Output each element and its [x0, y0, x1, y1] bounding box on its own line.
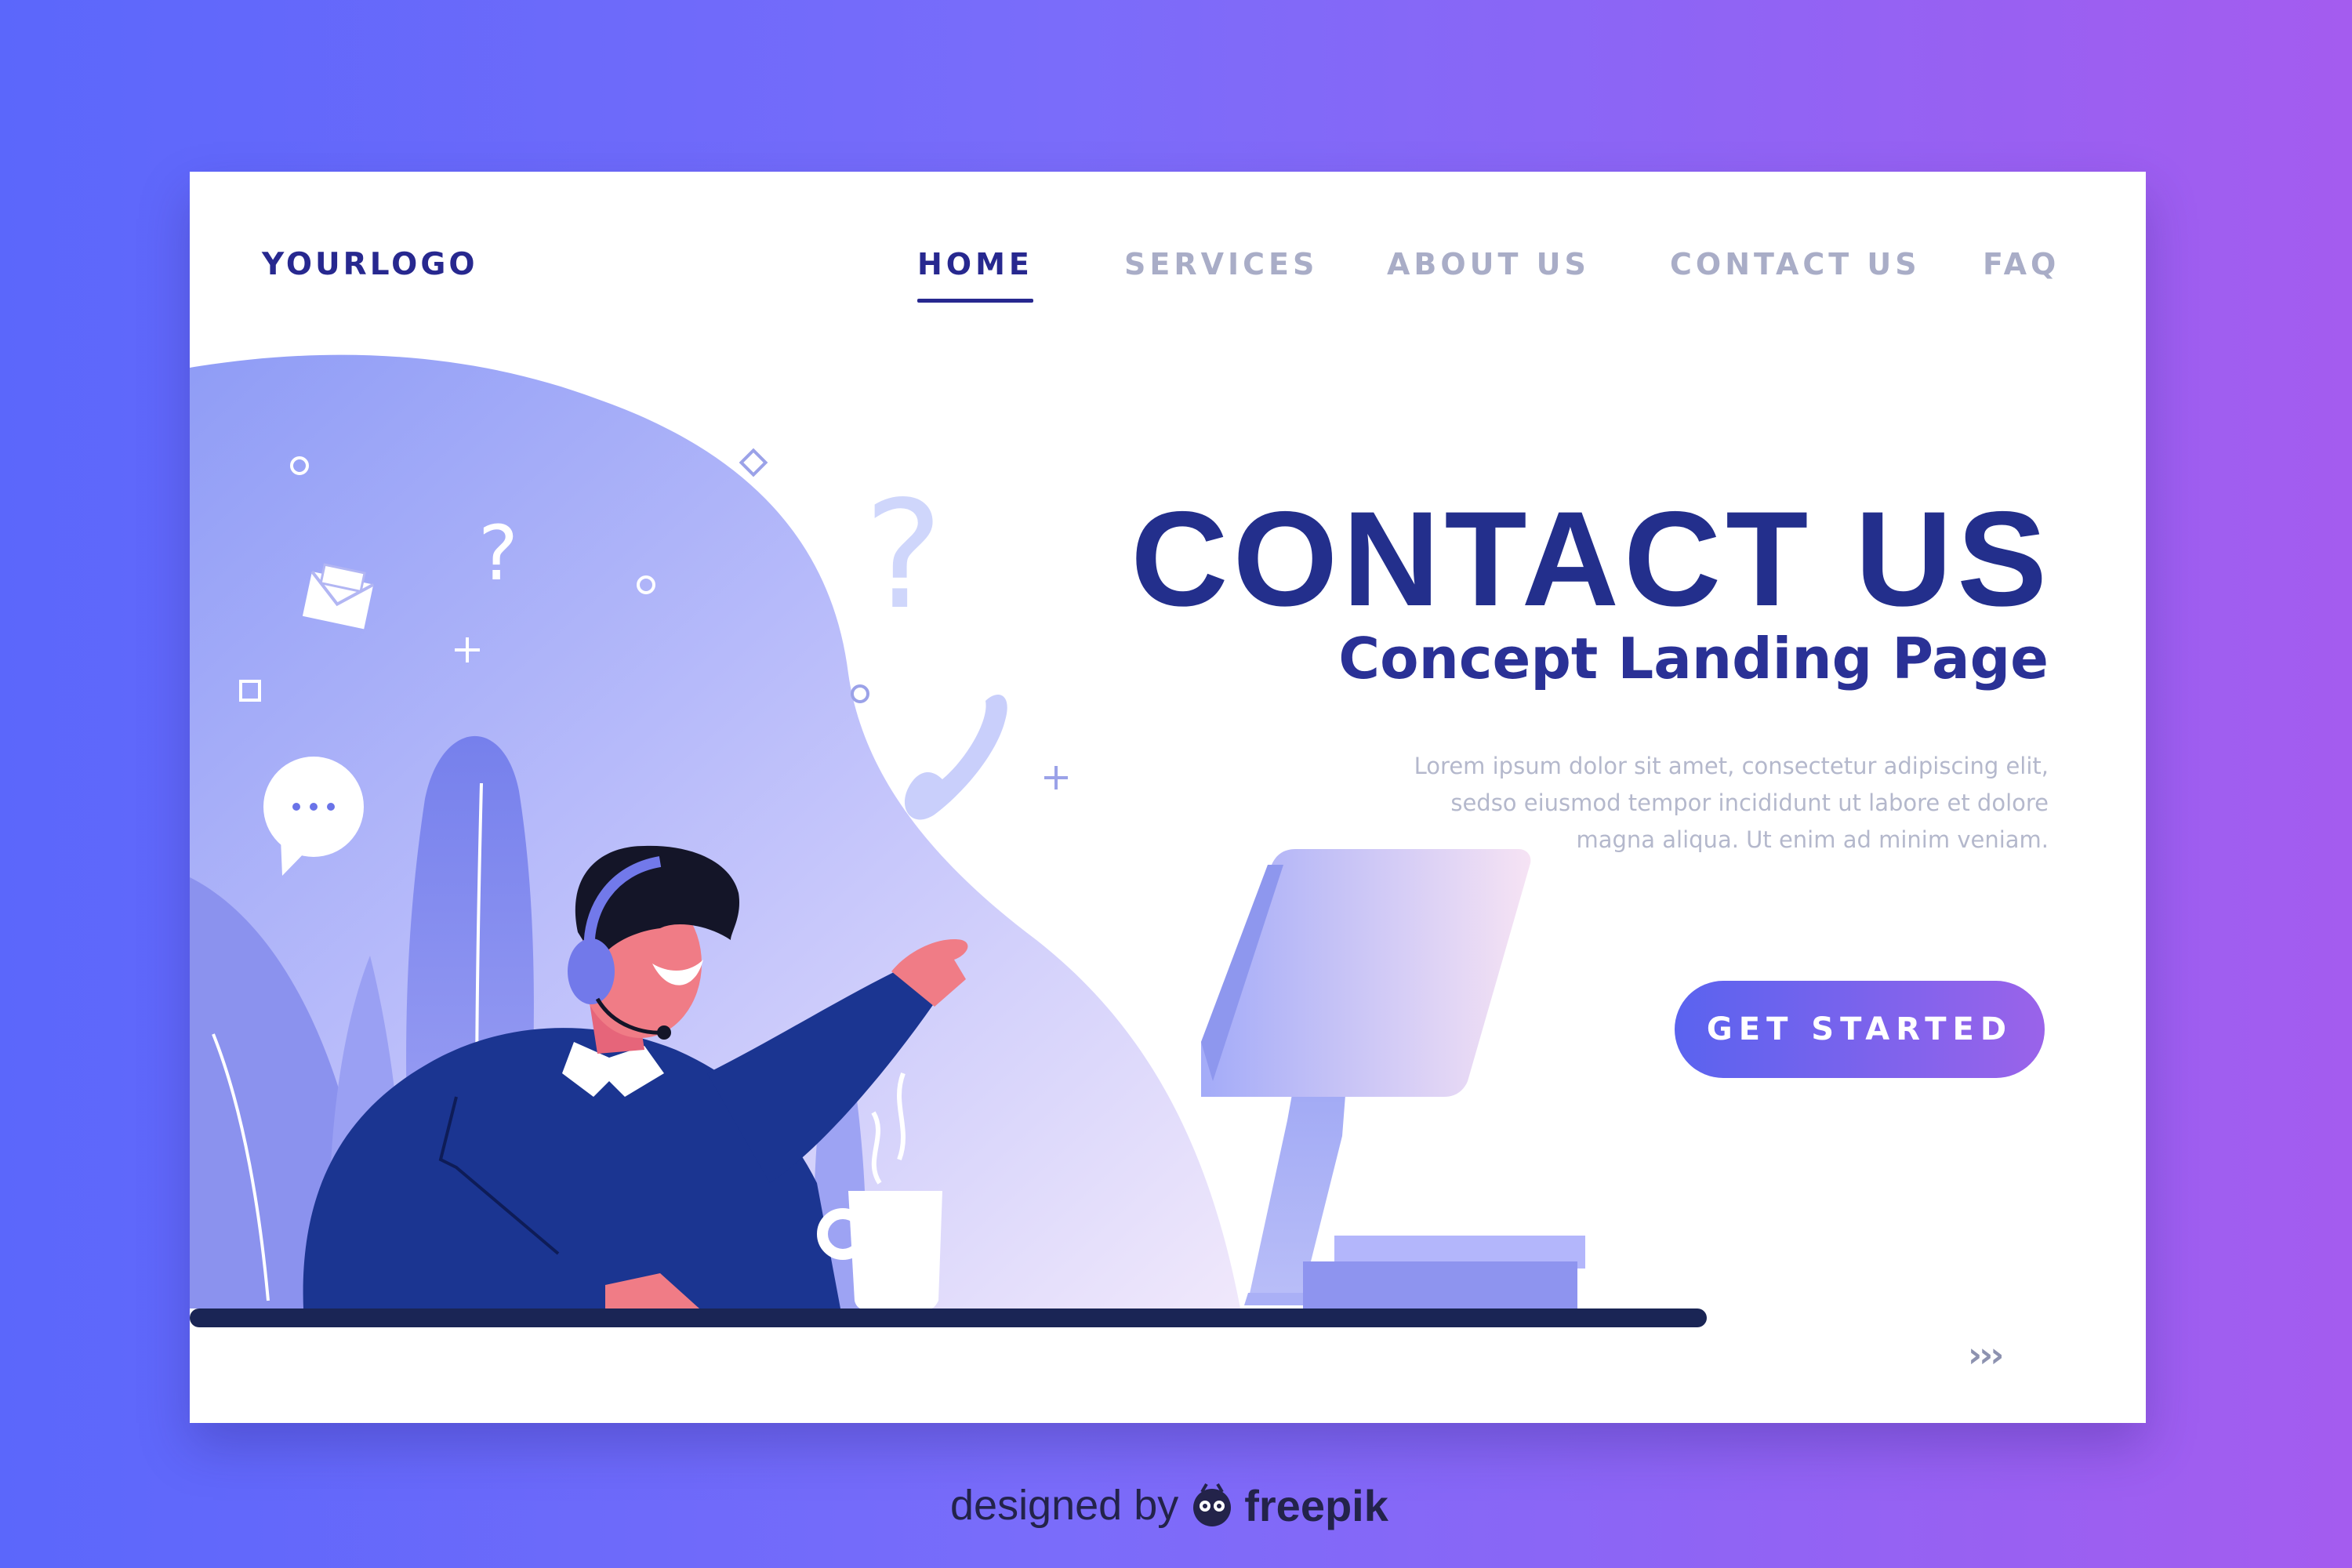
credit-brand[interactable]: freepik — [1244, 1480, 1388, 1531]
next-arrows-icon[interactable]: ››› — [1968, 1335, 2004, 1375]
landing-page-card: ? ? YOURLOGO HOME SERVICES ABOUT US CONT… — [190, 172, 2146, 1423]
svg-text:?: ? — [478, 510, 518, 597]
arrows-glyph: ››› — [1968, 1335, 2004, 1375]
main-nav: HOME SERVICES ABOUT US CONTACT US FAQ — [190, 247, 2146, 310]
freepik-logo-icon — [1193, 1483, 1232, 1526]
hero-description: Lorem ipsum dolor sit amet, consectetur … — [1414, 753, 2049, 853]
phone-icon — [904, 695, 1007, 820]
credit-footer: designed by freepik — [950, 1474, 1388, 1537]
hero-subtitle: Concept Landing Page — [1338, 626, 2049, 691]
credit-prefix: designed by — [950, 1482, 1179, 1529]
nav-item-contact-us[interactable]: CONTACT US — [1670, 247, 1921, 281]
monitor-screen — [1201, 849, 1531, 1097]
nav-item-home[interactable]: HOME — [917, 247, 1033, 303]
nav-item-about-us[interactable]: ABOUT US — [1387, 247, 1590, 281]
get-started-label: GET STARTED — [1706, 1011, 2013, 1047]
desk — [190, 1308, 1707, 1327]
svg-text:?: ? — [864, 469, 943, 642]
headset-icon — [568, 938, 615, 1004]
hero-title: CONTACT US — [1131, 484, 2052, 634]
get-started-button[interactable]: GET STARTED — [1675, 981, 2045, 1078]
nav-item-faq[interactable]: FAQ — [1983, 247, 2060, 281]
active-indicator — [917, 299, 1033, 303]
nav-item-services[interactable]: SERVICES — [1124, 247, 1318, 281]
nav-item-label: HOME — [917, 247, 1033, 281]
